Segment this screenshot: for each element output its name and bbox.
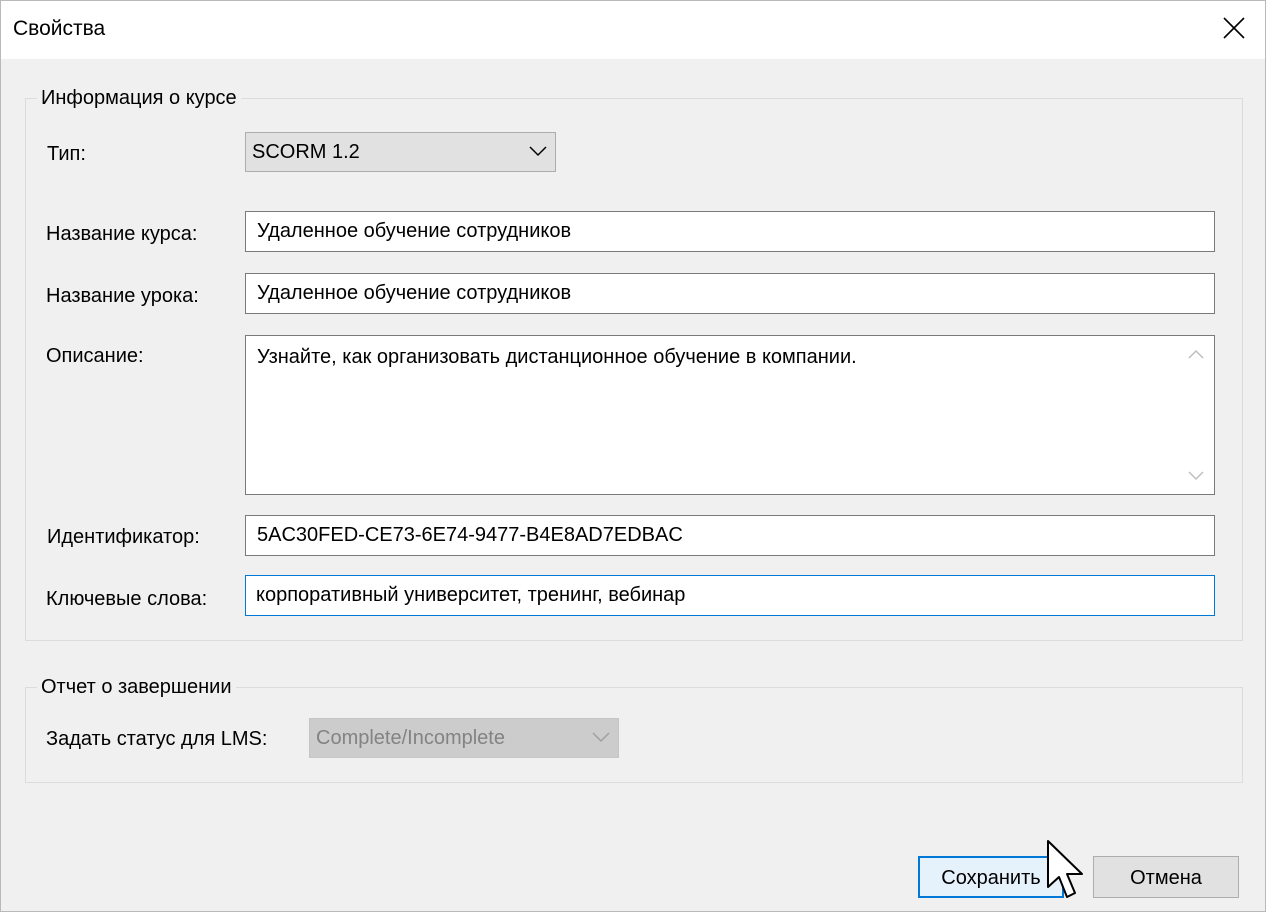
chevron-up-icon[interactable] (1188, 349, 1204, 359)
save-button-label: Сохранить (941, 867, 1041, 889)
type-label: Тип: (47, 143, 86, 165)
description-value: Узнайте, как организовать дистанционное … (257, 346, 857, 368)
close-icon (1223, 17, 1245, 39)
lesson-name-value: Удаленное обучение сотрудников (257, 282, 572, 304)
type-select-value: SCORM 1.2 (252, 141, 360, 163)
keywords-label: Ключевые слова: (46, 588, 208, 610)
identifier-field[interactable]: 5AC30FED-CE73-6E74-9477-B4E8AD7EDBAC (245, 515, 1215, 556)
cancel-button[interactable]: Отмена (1093, 856, 1239, 898)
chevron-down-icon (529, 146, 547, 157)
title-bar: Свойства (1, 1, 1265, 59)
save-button[interactable]: Сохранить (918, 856, 1064, 898)
description-textarea[interactable]: Узнайте, как организовать дистанционное … (245, 335, 1215, 495)
lms-status-label: Задать статус для LMS: (46, 728, 268, 750)
course-name-field[interactable]: Удаленное обучение сотрудников (245, 211, 1215, 252)
chevron-down-icon[interactable] (1188, 471, 1204, 481)
lesson-name-field[interactable]: Удаленное обучение сотрудников (245, 273, 1215, 314)
chevron-down-icon (592, 732, 610, 743)
description-scrollbar[interactable] (1179, 337, 1213, 493)
keywords-field[interactable]: корпоративный университет, тренинг, веби… (245, 575, 1215, 616)
window-title: Свойства (13, 17, 106, 40)
course-info-legend: Информация о курсе (37, 87, 241, 110)
mouse-pointer-icon (1047, 840, 1083, 898)
completion-report-legend: Отчет о завершении (37, 676, 236, 699)
type-select[interactable]: SCORM 1.2 (245, 132, 556, 172)
course-name-label: Название курса: (46, 223, 198, 245)
lms-status-value: Complete/Incomplete (316, 727, 505, 749)
lesson-name-label: Название урока: (46, 285, 199, 307)
close-button[interactable] (1201, 1, 1265, 57)
keywords-value: корпоративный университет, тренинг, веби… (256, 584, 686, 606)
description-label: Описание: (46, 345, 144, 367)
identifier-label: Идентификатор: (47, 526, 200, 548)
course-name-value: Удаленное обучение сотрудников (257, 220, 572, 242)
cancel-button-label: Отмена (1130, 867, 1202, 889)
lms-status-select[interactable]: Complete/Incomplete (309, 718, 619, 758)
properties-dialog: Свойства Информация о курсе Тип: SCORM 1… (0, 0, 1266, 912)
identifier-value: 5AC30FED-CE73-6E74-9477-B4E8AD7EDBAC (257, 524, 683, 546)
